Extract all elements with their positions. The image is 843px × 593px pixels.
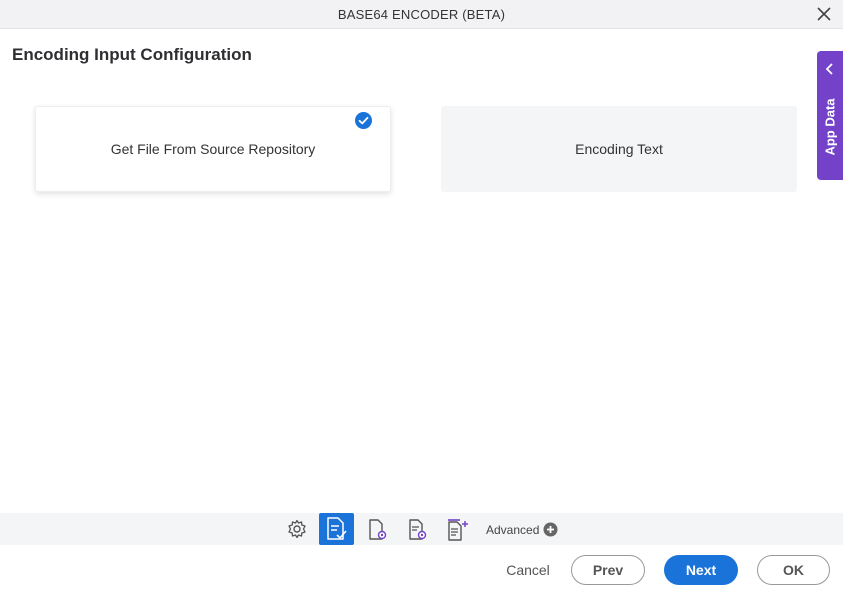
chevron-left-icon (825, 63, 833, 75)
base64-document-icon (448, 519, 468, 541)
document-settings-icon (369, 519, 387, 540)
title-bar: BASE64 ENCODER (BETA) (0, 0, 843, 29)
prev-button[interactable]: Prev (571, 555, 645, 585)
bottom-toolbar (0, 513, 843, 545)
option-card-encoding-text[interactable]: Encoding Text (441, 106, 797, 192)
plus-circle-icon[interactable] (543, 522, 558, 537)
option-card-source-repository[interactable]: Get File From Source Repository (35, 106, 391, 192)
checkmark-circle-icon (355, 112, 372, 129)
option-label: Encoding Text (575, 141, 663, 157)
next-button[interactable]: Next (664, 555, 738, 585)
ok-button[interactable]: OK (757, 555, 830, 585)
document-gear-icon (409, 519, 427, 540)
app-data-label: App Data (822, 98, 838, 156)
base64-document-button[interactable] (443, 516, 469, 542)
document-settings-button[interactable] (364, 516, 390, 542)
document-gear-button[interactable] (404, 516, 430, 542)
document-check-button[interactable] (319, 513, 354, 545)
document-check-icon (327, 517, 347, 540)
window-title: BASE64 ENCODER (BETA) (337, 7, 506, 22)
option-label: Get File From Source Repository (110, 141, 316, 157)
settings-gear-button[interactable] (284, 516, 310, 542)
cancel-button[interactable]: Cancel (500, 555, 556, 585)
app-data-tab[interactable]: App Data (817, 51, 843, 180)
close-icon[interactable] (817, 7, 831, 21)
page-title: Encoding Input Configuration (12, 45, 252, 64)
settings-gear-icon (288, 519, 306, 539)
advanced-link[interactable]: Advanced (486, 523, 539, 537)
